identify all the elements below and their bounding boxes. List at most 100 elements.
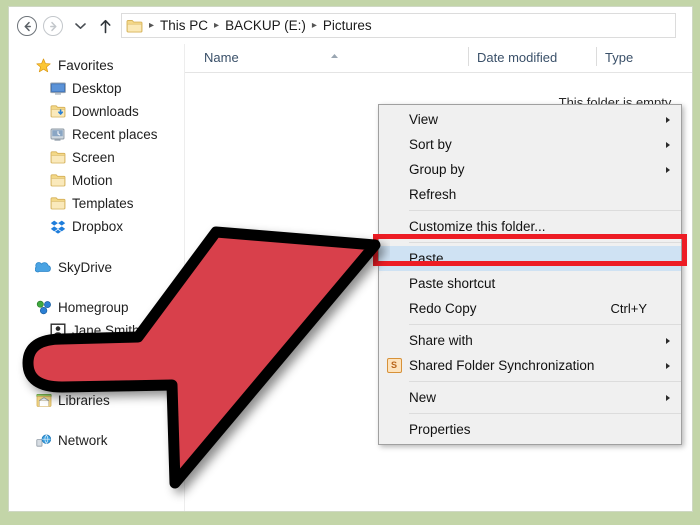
menu-item-label: Properties [409,422,471,437]
submenu-arrow-icon [666,141,670,148]
menu-item-label: Group by [409,162,465,177]
folder-icon [49,149,66,166]
sidebar-item-network[interactable]: Network [9,429,210,452]
sidebar-item-label: Screen [72,150,115,165]
sidebar-item-templates[interactable]: Templates [9,192,224,215]
menu-item-view[interactable]: View [379,107,681,132]
up-button[interactable] [95,15,115,37]
sidebar-item-skydrive[interactable]: SkyDrive [9,256,210,279]
screenshot-root: ▸ This PC ▸ BACKUP (E:) ▸ Pictures Name … [0,0,700,525]
column-divider[interactable] [468,47,469,66]
recent-locations-button[interactable] [71,16,89,36]
breadcrumb-separator: ▸ [149,20,155,31]
menu-item-group-by[interactable]: Group by [379,157,681,182]
context-menu: View Sort by Group by Refresh Customize … [378,104,682,445]
menu-item-icon-slot: S [379,353,409,378]
menu-item-label: Paste [409,251,444,266]
sidebar-item-downloads[interactable]: Downloads [9,100,224,123]
user-icon [49,322,66,339]
menu-item-customize-this-folder[interactable]: Customize this folder... [379,214,681,239]
submenu-arrow-icon [666,166,670,173]
sidebar-item-favorites[interactable]: Favorites [9,54,210,77]
menu-item-new[interactable]: New [379,385,681,410]
menu-item-shared-folder-synchronization[interactable]: S Shared Folder Synchronization [379,353,681,378]
menu-item-label: Sort by [409,137,452,152]
menu-item-label: New [409,390,437,405]
menu-item-label: Share with [409,333,473,348]
menu-item-icon-slot [379,246,409,271]
sidebar-item-dropbox[interactable]: Dropbox [9,215,224,238]
sidebar-item-label: Network [58,433,108,448]
sidebar-item-jane-smith[interactable]: Jane Smith [9,319,224,342]
column-header-row: Name Date modified Type [184,44,692,73]
menu-separator [409,413,681,414]
sidebar-item-label: Templates [72,196,134,211]
menu-item-redo-copy[interactable]: Redo Copy Ctrl+Y [379,296,681,321]
menu-separator [409,242,681,243]
breadcrumb-backup-drive[interactable]: BACKUP (E:) [223,18,308,33]
sidebar-item-homegroup[interactable]: Homegroup [9,296,210,319]
menu-item-shortcut: Ctrl+Y [610,301,647,316]
breadcrumb-this-pc[interactable]: This PC [158,18,210,33]
breadcrumb-separator: ▸ [214,20,220,31]
column-header-type[interactable]: Type [605,50,633,65]
recent-places-icon [49,126,66,143]
back-button[interactable] [17,16,37,36]
menu-item-icon-slot [379,271,409,296]
menu-item-icon-slot [379,132,409,157]
breadcrumb-separator: ▸ [311,20,317,31]
submenu-arrow-icon [666,337,670,344]
menu-item-icon-slot [379,296,409,321]
sidebar-item-label: Motion [72,173,113,188]
computer-icon [35,362,52,379]
breadcrumb-pictures[interactable]: Pictures [321,18,374,33]
sidebar-item-label: Libraries [58,393,110,408]
sort-ascending-caret [330,46,339,64]
sidebar-item-label: Favorites [58,58,114,73]
column-divider[interactable] [596,47,597,66]
sidebar-item-label: Dropbox [72,219,124,234]
menu-separator [409,324,681,325]
menu-item-label: Customize this folder... [409,219,546,234]
menu-item-refresh[interactable]: Refresh [379,182,681,207]
folder-icon [126,19,143,33]
submenu-arrow-icon [666,116,670,123]
menu-item-icon-slot [379,214,409,239]
menu-item-icon-slot [379,107,409,132]
menu-item-sort-by[interactable]: Sort by [379,132,681,157]
menu-item-label: Refresh [409,187,457,202]
sidebar-item-label: SkyDrive [58,260,113,275]
menu-item-paste-shortcut[interactable]: Paste shortcut [379,271,681,296]
menu-item-properties[interactable]: Properties [379,417,681,442]
sidebar-item-motion[interactable]: Motion [9,169,224,192]
sidebar-item-libraries[interactable]: Libraries [9,389,210,412]
submenu-arrow-icon [666,394,670,401]
folder-icon [49,195,66,212]
menu-item-label: Redo Copy [409,301,477,316]
sidebar-item-screen[interactable]: Screen [9,146,224,169]
menu-item-paste[interactable]: Paste [379,246,681,271]
sidebar-item-this-pc[interactable] [9,359,210,382]
menu-item-label: Paste shortcut [409,276,496,291]
sidebar-item-recent-places[interactable]: Recent places [9,123,224,146]
menu-item-icon-slot [379,157,409,182]
navigation-bar: ▸ This PC ▸ BACKUP (E:) ▸ Pictures [9,7,692,45]
submenu-arrow-icon [666,362,670,369]
menu-item-icon-slot [379,385,409,410]
cloud-icon [35,259,52,276]
sidebar-item-label: Homegroup [58,300,129,315]
menu-separator [409,381,681,382]
menu-item-share-with[interactable]: Share with [379,328,681,353]
sidebar-item-label: Desktop [72,81,122,96]
address-bar[interactable]: ▸ This PC ▸ BACKUP (E:) ▸ Pictures [121,13,676,38]
column-header-date-modified[interactable]: Date modified [477,50,557,65]
monitor-icon [49,80,66,97]
forward-button[interactable] [43,16,63,36]
dropbox-icon [49,218,66,235]
folder-icon [49,172,66,189]
network-icon [35,432,52,449]
libraries-icon [35,392,52,409]
menu-item-icon-slot [379,328,409,353]
menu-item-label: Shared Folder Synchronization [409,358,595,373]
sidebar-item-desktop[interactable]: Desktop [9,77,224,100]
